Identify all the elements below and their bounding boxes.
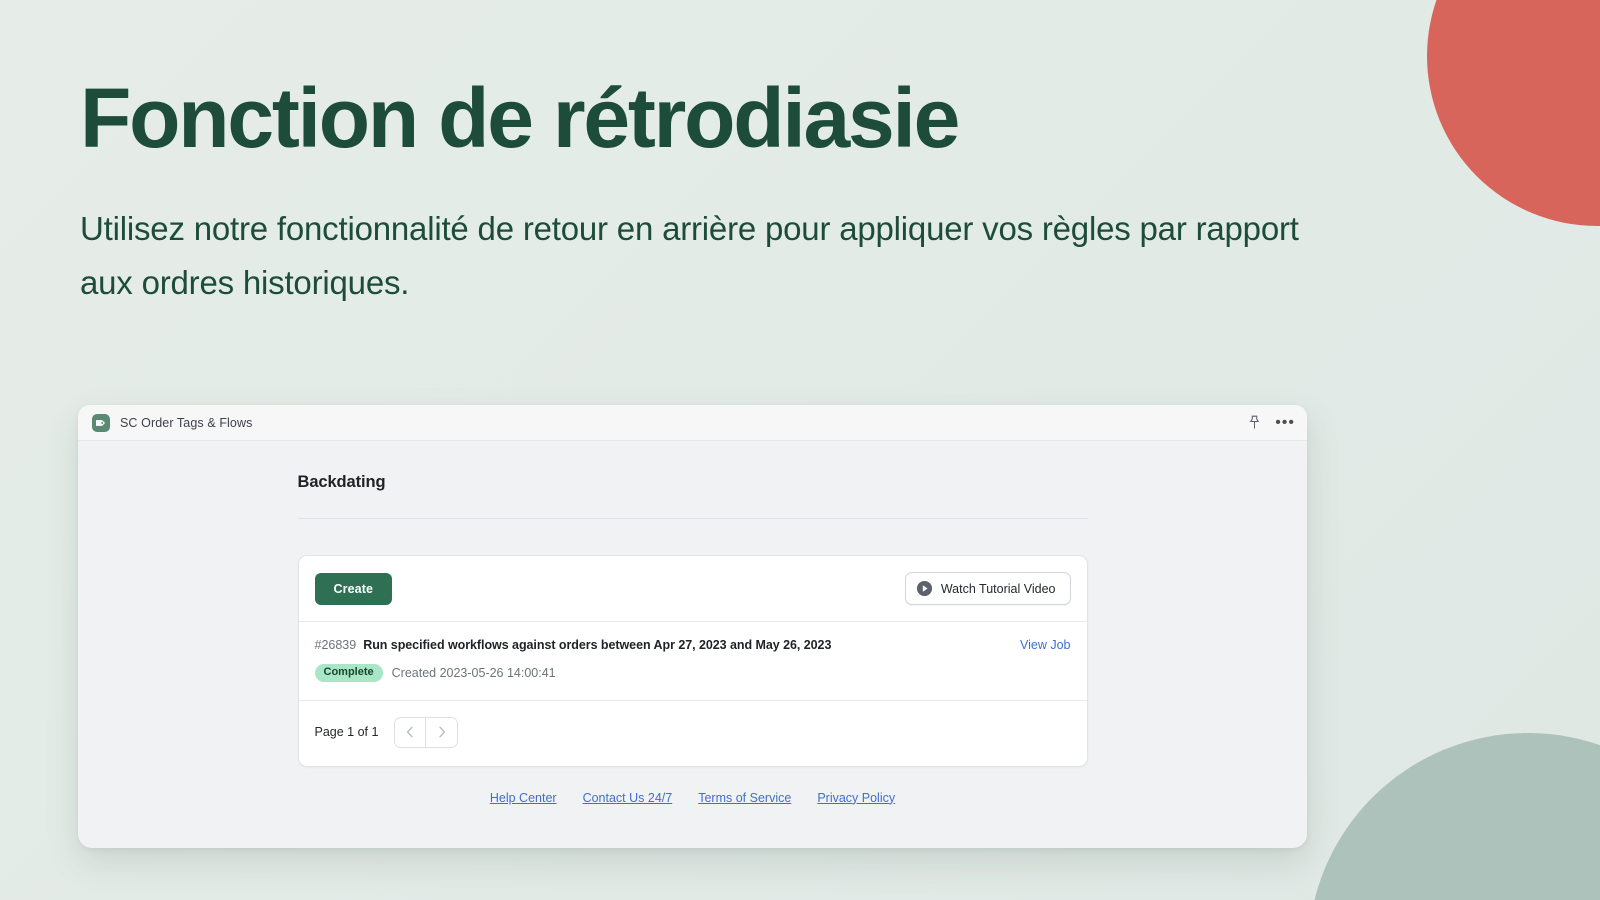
job-secondary-line: Complete Created 2023-05-26 14:00:41	[314, 664, 1071, 682]
status-badge: Complete	[314, 664, 383, 682]
job-id: #26839	[314, 638, 357, 652]
job-primary-line: #26839 Run specified workflows against o…	[315, 638, 1071, 652]
job-list-item: #26839 Run specified workflows against o…	[299, 622, 1087, 700]
card-header: Create Watch Tutorial Video	[299, 556, 1087, 621]
watch-tutorial-video-button[interactable]: Watch Tutorial Video	[904, 572, 1071, 605]
chevron-right-icon[interactable]	[426, 717, 458, 747]
hero-title: Fonction de rétrodiasie	[80, 71, 960, 165]
page-content: Backdating Create Watch Tutorial Video #…	[297, 473, 1088, 805]
watch-tutorial-label: Watch Tutorial Video	[940, 581, 1056, 596]
page-label: Page 1 of 1	[314, 725, 379, 739]
hero-subtitle: Utilisez notre fonctionnalité de retour …	[80, 210, 1299, 301]
job-title: Run specified workflows against orders b…	[363, 638, 832, 652]
app-title: SC Order Tags & Flows	[120, 415, 253, 430]
pagination: Page 1 of 1	[299, 701, 1087, 766]
jobs-card: Create Watch Tutorial Video #26839 Run s…	[297, 555, 1088, 767]
hero-section: Fonction de rétrodiasie Utilisez notre f…	[80, 74, 1350, 309]
footer-link-terms-of-service[interactable]: Terms of Service	[698, 791, 791, 805]
chevron-left-icon[interactable]	[395, 717, 427, 747]
titlebar-actions: •••	[1248, 414, 1295, 430]
create-button[interactable]: Create	[314, 572, 393, 605]
footer-links: Help Center Contact Us 24/7 Terms of Ser…	[298, 791, 1088, 805]
footer-link-privacy-policy[interactable]: Privacy Policy	[817, 791, 895, 805]
page-title: Backdating	[297, 473, 386, 491]
window-body: Backdating Create Watch Tutorial Video #…	[78, 441, 1307, 848]
title-divider	[297, 518, 1088, 519]
job-created-timestamp: Created 2023-05-26 14:00:41	[391, 665, 556, 680]
tag-icon	[92, 413, 110, 432]
sage-circle-decoration	[1308, 733, 1600, 900]
view-job-link[interactable]: View Job	[1020, 638, 1071, 652]
more-options-icon[interactable]: •••	[1275, 414, 1295, 430]
footer-link-help-center[interactable]: Help Center	[490, 791, 557, 805]
pin-icon[interactable]	[1248, 415, 1261, 430]
footer-link-contact-us[interactable]: Contact Us 24/7	[583, 791, 673, 805]
play-circle-icon	[916, 580, 933, 597]
app-window: SC Order Tags & Flows ••• Backdating Cre…	[78, 405, 1307, 848]
coral-circle-decoration	[1427, 0, 1600, 226]
window-titlebar: SC Order Tags & Flows •••	[78, 405, 1307, 441]
pager-buttons	[394, 716, 459, 748]
